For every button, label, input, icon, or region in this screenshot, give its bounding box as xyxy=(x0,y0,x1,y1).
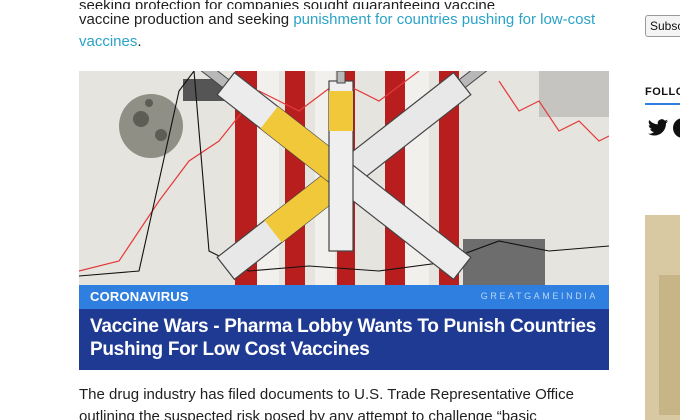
sidebar-ad[interactable] xyxy=(645,215,680,420)
follow-divider xyxy=(645,103,680,105)
ad-image xyxy=(659,275,680,415)
paragraph-cut-line: seeking protection for companies sought … xyxy=(79,0,496,9)
headline-box: Vaccine Wars - Pharma Lobby Wants To Pun… xyxy=(79,309,609,370)
paragraph-end: . xyxy=(137,33,142,50)
article-paragraph-bottom: The drug industry has filed documents to… xyxy=(79,386,574,420)
featured-illustration xyxy=(79,71,609,285)
follow-heading: FOLLOW xyxy=(645,86,680,98)
featured-caption: CORONAVIRUS GREATGAMEINDIA Vaccine Wars … xyxy=(79,285,609,370)
category-bar: CORONAVIRUS GREATGAMEINDIA xyxy=(79,285,609,309)
featured-article-card[interactable]: CORONAVIRUS GREATGAMEINDIA Vaccine Wars … xyxy=(79,71,609,370)
brand-watermark: GREATGAMEINDIA xyxy=(480,291,598,301)
social-icon[interactable] xyxy=(673,118,680,138)
article-paragraph-top: seeking protection for companies sought … xyxy=(79,0,609,53)
paragraph-text: vaccine production and seeking xyxy=(79,11,294,28)
category-label[interactable]: CORONAVIRUS xyxy=(90,289,189,304)
subscribe-button[interactable]: Subscribe xyxy=(645,15,680,37)
twitter-icon[interactable] xyxy=(647,117,669,139)
featured-headline[interactable]: Vaccine Wars - Pharma Lobby Wants To Pun… xyxy=(90,315,598,361)
